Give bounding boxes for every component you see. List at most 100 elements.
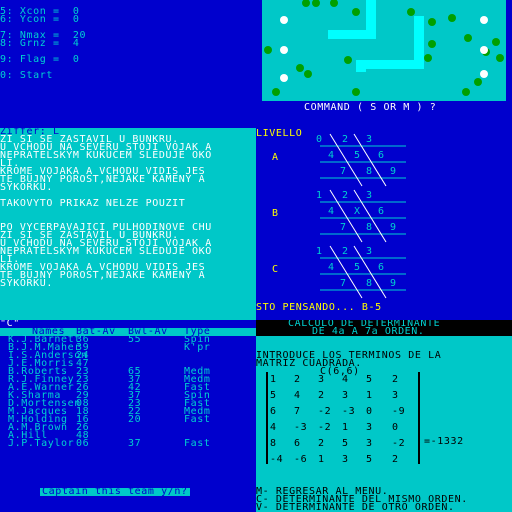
matrix-cell[interactable]: 4	[342, 375, 349, 385]
matrix-bracket-right	[418, 372, 420, 464]
board-cell[interactable]: 2	[342, 190, 348, 201]
determinant-panel: CALCULO DE DETERMINANTE DE 4a A 7a ORDEN…	[256, 320, 512, 512]
map-field	[262, 0, 506, 101]
determinant-subtitle: DE 4a A 7a ORDEN.	[312, 326, 425, 337]
matrix-cell[interactable]: 7	[294, 407, 301, 417]
matrix-cell[interactable]: 2	[318, 439, 325, 449]
board-cell[interactable]: 5	[354, 150, 360, 161]
matrix-cell[interactable]: -4	[270, 455, 283, 465]
matrix-cell[interactable]: 1	[270, 375, 277, 385]
matrix-cell[interactable]: 1	[318, 455, 325, 465]
setting-grnz[interactable]: 8: Grnz = 4	[0, 39, 79, 49]
matrix-cell[interactable]: 3	[342, 455, 349, 465]
matrix-cell[interactable]: 0	[366, 407, 373, 417]
matrix-cell[interactable]: 3	[366, 423, 373, 433]
board-cell[interactable]: 8	[366, 222, 372, 233]
matrix-cell[interactable]: 2	[392, 375, 399, 385]
team-cell: 37	[128, 438, 142, 449]
matrix-cell[interactable]: -6	[294, 455, 307, 465]
board-cell[interactable]: 8	[366, 166, 372, 177]
board-cell[interactable]: 6	[378, 206, 384, 217]
matrix-cell[interactable]: 2	[294, 375, 301, 385]
matrix-cell[interactable]: 3	[318, 375, 325, 385]
adventure-line: TAKOVYTO PRIKAZ NELZE POUZIT	[0, 198, 186, 209]
matrix-cell[interactable]: 5	[342, 439, 349, 449]
matrix-cell[interactable]: 4	[270, 423, 277, 433]
setting-start[interactable]: 0: Start	[0, 71, 53, 81]
board-cell[interactable]: 9	[390, 166, 396, 177]
text-adventure-panel: Ziffer: L ZI SI SE ZASTAVIL U BUNKRU. U VC…	[0, 128, 256, 320]
matrix-cell[interactable]: -2	[318, 407, 331, 417]
board-cell[interactable]: 3	[366, 246, 372, 257]
matrix-cell[interactable]: -2	[318, 423, 331, 433]
board-cell[interactable]: 1	[316, 246, 322, 257]
board-cell[interactable]: 3	[366, 190, 372, 201]
board-cell[interactable]: 0	[316, 134, 322, 145]
team-cell: 06	[76, 438, 90, 449]
menu-option[interactable]: V- DETERMINANTE DE OTRO ORDEN.	[256, 503, 455, 512]
board-cell[interactable]: 4	[328, 262, 334, 273]
settings-panel: 5: Xcon = 0 6: Ycon = 0 7: Nmax = 20 8: …	[0, 0, 256, 128]
board-cell[interactable]: 1	[316, 190, 322, 201]
setting-ycon[interactable]: 6: Ycon = 0	[0, 15, 79, 25]
team-cell: 55	[128, 334, 142, 345]
board-cell[interactable]: 7	[340, 222, 346, 233]
board-cell[interactable]: 9	[390, 278, 396, 289]
determinant-result: =-1332	[424, 436, 464, 447]
matrix-cell[interactable]: 5	[366, 375, 373, 385]
adventure-line: SYKORKU.	[0, 278, 53, 289]
matrix-cell[interactable]: 3	[366, 439, 373, 449]
board-cell[interactable]: 5	[354, 262, 360, 273]
livello-panel: LIVELLO A023456789B1234X6789C123456789 S…	[256, 128, 512, 320]
team-cell: Fast	[184, 438, 211, 449]
matrix-size: C(6,6)	[320, 366, 360, 377]
board-cell[interactable]: 6	[378, 150, 384, 161]
board-cell[interactable]: 4	[328, 206, 334, 217]
board-label: B	[272, 208, 278, 219]
matrix-cell[interactable]: -9	[392, 407, 405, 417]
captain-prompt[interactable]: Captain this team y/n?	[40, 487, 190, 497]
setting-flag[interactable]: 9: Flag = 0	[0, 55, 79, 65]
matrix-cell[interactable]: 2	[318, 391, 325, 401]
team-cell: Fast	[184, 414, 211, 425]
board-cell[interactable]: 2	[342, 246, 348, 257]
matrix-cell[interactable]: 5	[270, 391, 277, 401]
board-cell[interactable]: 8	[366, 278, 372, 289]
team-panel: "C" Names Bat-Av Bwl-Av Type K.J.Barnett 36 55…	[0, 320, 256, 512]
board-cell[interactable]: X	[354, 206, 360, 217]
livello-status: STO PENSANDO... B-5	[256, 302, 382, 313]
map-game-panel: COMMAND ( S OR M ) ?	[256, 0, 512, 128]
board-cell[interactable]: 7	[340, 278, 346, 289]
team-cell: K'pr	[184, 342, 211, 353]
matrix-cell[interactable]: 8	[270, 439, 277, 449]
board-label: C	[272, 264, 278, 275]
matrix-cell[interactable]: 6	[294, 439, 301, 449]
board-cell[interactable]: 4	[328, 150, 334, 161]
matrix-cell[interactable]: 3	[392, 391, 399, 401]
team-key: "C"	[0, 320, 20, 329]
livello-boards[interactable]: A 0 2 3 4 5 6 7 8 9 B 1 2 3 4 X 6 7 8 9 C 1 2 3 4 5 6 7 8 9	[256, 128, 512, 320]
matrix-cell[interactable]: 5	[366, 455, 373, 465]
matrix-cell[interactable]: 2	[392, 455, 399, 465]
board-label: A	[272, 152, 278, 163]
adventure-line: NEPRATELSKYM KUKUCEM SLEDUJE OKO	[0, 246, 212, 257]
matrix-cell[interactable]: 6	[270, 407, 277, 417]
matrix-cell[interactable]: 1	[366, 391, 373, 401]
board-cell[interactable]: 6	[378, 262, 384, 273]
matrix-cell[interactable]: 0	[392, 423, 399, 433]
matrix-cell[interactable]: -3	[342, 407, 355, 417]
matrix-cell[interactable]: -3	[294, 423, 307, 433]
team-cell: J.P.Taylor	[8, 438, 75, 449]
matrix-cell[interactable]: 1	[342, 423, 349, 433]
matrix-cell[interactable]: 3	[342, 391, 349, 401]
board-cell[interactable]: 3	[366, 134, 372, 145]
team-cell: 20	[128, 414, 142, 425]
adventure-line: SYKORKU.	[0, 182, 53, 193]
matrix-cell[interactable]: 4	[294, 391, 301, 401]
board-cell[interactable]: 9	[390, 222, 396, 233]
command-prompt[interactable]: COMMAND ( S OR M ) ?	[304, 103, 436, 113]
matrix-bracket-left	[266, 372, 268, 464]
board-cell[interactable]: 7	[340, 166, 346, 177]
matrix-cell[interactable]: -2	[392, 439, 405, 449]
board-cell[interactable]: 2	[342, 134, 348, 145]
